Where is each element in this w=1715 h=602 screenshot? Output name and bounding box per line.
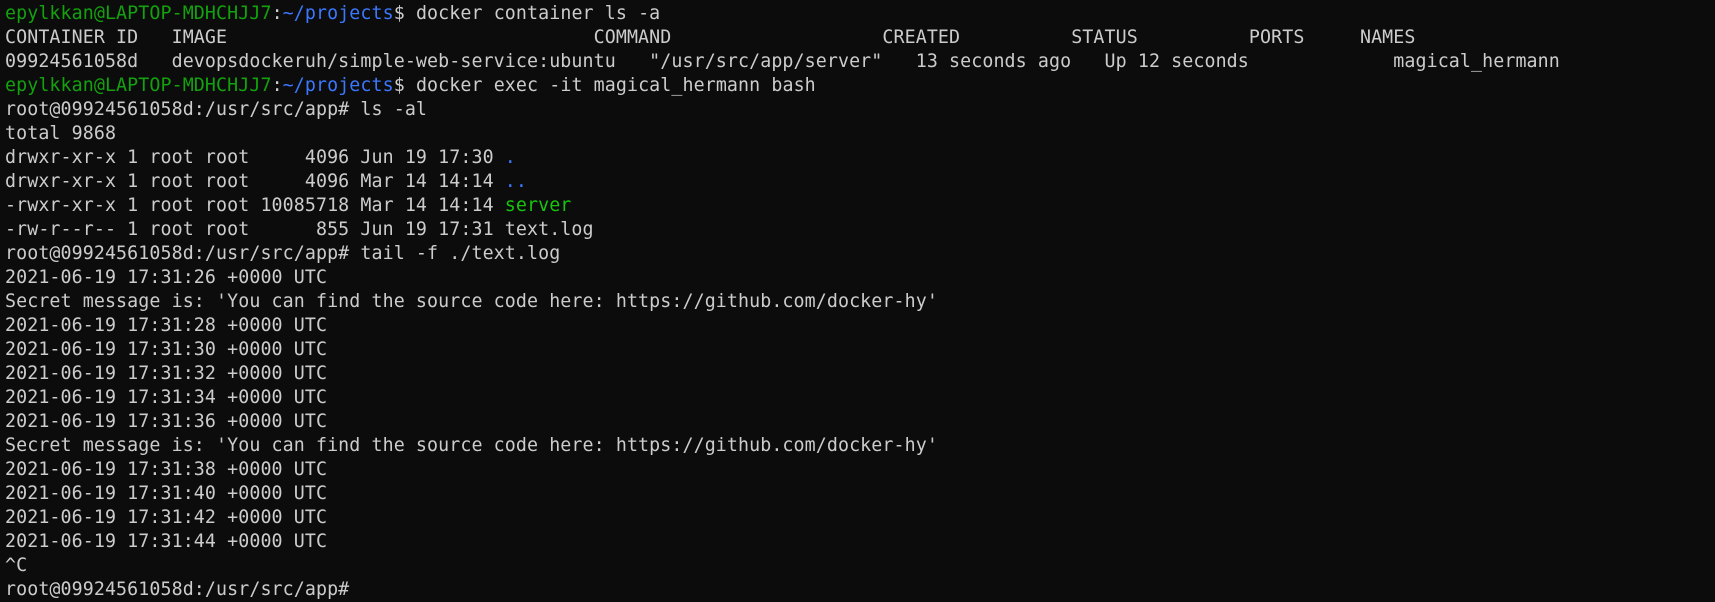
prompt-symbol: $ [393,75,416,96]
log-line: 2021-06-19 17:31:26 +0000 UTC [5,267,328,288]
prompt-line-docker-ls: epylkkan@LAPTOP-MDHCHJJ7:~/projects$ doc… [5,3,661,24]
prompt-user-host: epylkkan@LAPTOP-MDHCHJJ7 [5,3,272,24]
command-text: docker exec -it magical_hermann bash [415,75,816,96]
file-meta: drwxr-xr-x 1 root root 4096 Mar 14 14:14 [5,171,505,192]
file-meta: drwxr-xr-x 1 root root 4096 Jun 19 17:30 [5,147,505,168]
log-line: 2021-06-19 17:31:40 +0000 UTC [5,483,328,504]
command-text: docker container ls -a [415,3,661,24]
log-line: 2021-06-19 17:31:42 +0000 UTC [5,507,328,528]
prompt-path: ~/projects [282,75,394,96]
root-prompt: root@09924561058d:/usr/src/app# [5,579,361,600]
file-name-dir: .. [504,171,527,192]
log-line: 2021-06-19 17:31:38 +0000 UTC [5,459,328,480]
log-line: 2021-06-19 17:31:36 +0000 UTC [5,411,328,432]
file-meta: -rw-r--r-- 1 root root 855 Jun 19 17:31 [5,219,505,240]
interrupt-line: ^C [5,555,28,576]
root-prompt: root@09924561058d:/usr/src/app# [5,99,361,120]
prompt-symbol: $ [393,3,416,24]
root-prompt: root@09924561058d:/usr/src/app# [5,243,361,264]
listing-entry: drwxr-xr-x 1 root root 4096 Mar 14 14:14… [5,170,1715,194]
log-line: 2021-06-19 17:31:32 +0000 UTC [5,363,328,384]
listing-entry: -rw-r--r-- 1 root root 855 Jun 19 17:31 … [5,218,1715,242]
root-prompt-line-ls: root@09924561058d:/usr/src/app# ls -al [5,98,1715,122]
prompt-line-docker-exec: epylkkan@LAPTOP-MDHCHJJ7:~/projects$ doc… [5,75,816,96]
listing-total: total 9868 [5,123,117,144]
command-text: tail -f ./text.log [360,243,561,264]
terminal-window[interactable]: epylkkan@LAPTOP-MDHCHJJ7:~/projects$ doc… [0,0,1715,602]
file-meta: -rwxr-xr-x 1 root root 10085718 Mar 14 1… [5,195,505,216]
file-name-dir: . [504,147,516,168]
root-prompt-line-current[interactable]: root@09924561058d:/usr/src/app# [5,578,1715,602]
log-line: 2021-06-19 17:31:30 +0000 UTC [5,339,328,360]
command-text: ls -al [360,99,428,120]
log-line: 2021-06-19 17:31:28 +0000 UTC [5,315,328,336]
file-name: text.log [504,219,594,240]
log-line: 2021-06-19 17:31:34 +0000 UTC [5,387,328,408]
prompt-user-host: epylkkan@LAPTOP-MDHCHJJ7 [5,75,272,96]
container-table-row: 09924561058d devopsdockeruh/simple-web-s… [5,51,1560,72]
log-line: 2021-06-19 17:31:44 +0000 UTC [5,531,328,552]
listing-entry: -rwxr-xr-x 1 root root 10085718 Mar 14 1… [5,194,1715,218]
root-prompt-line-tail: root@09924561058d:/usr/src/app# tail -f … [5,242,1715,266]
listing-entry: drwxr-xr-x 1 root root 4096 Jun 19 17:30… [5,146,1715,170]
container-table-header: CONTAINER ID IMAGE COMMAND CREATED STATU… [5,27,1416,48]
log-line: Secret message is: 'You can find the sou… [5,435,938,456]
prompt-path: ~/projects [282,3,394,24]
log-line: Secret message is: 'You can find the sou… [5,291,938,312]
file-name-executable: server [504,195,572,216]
